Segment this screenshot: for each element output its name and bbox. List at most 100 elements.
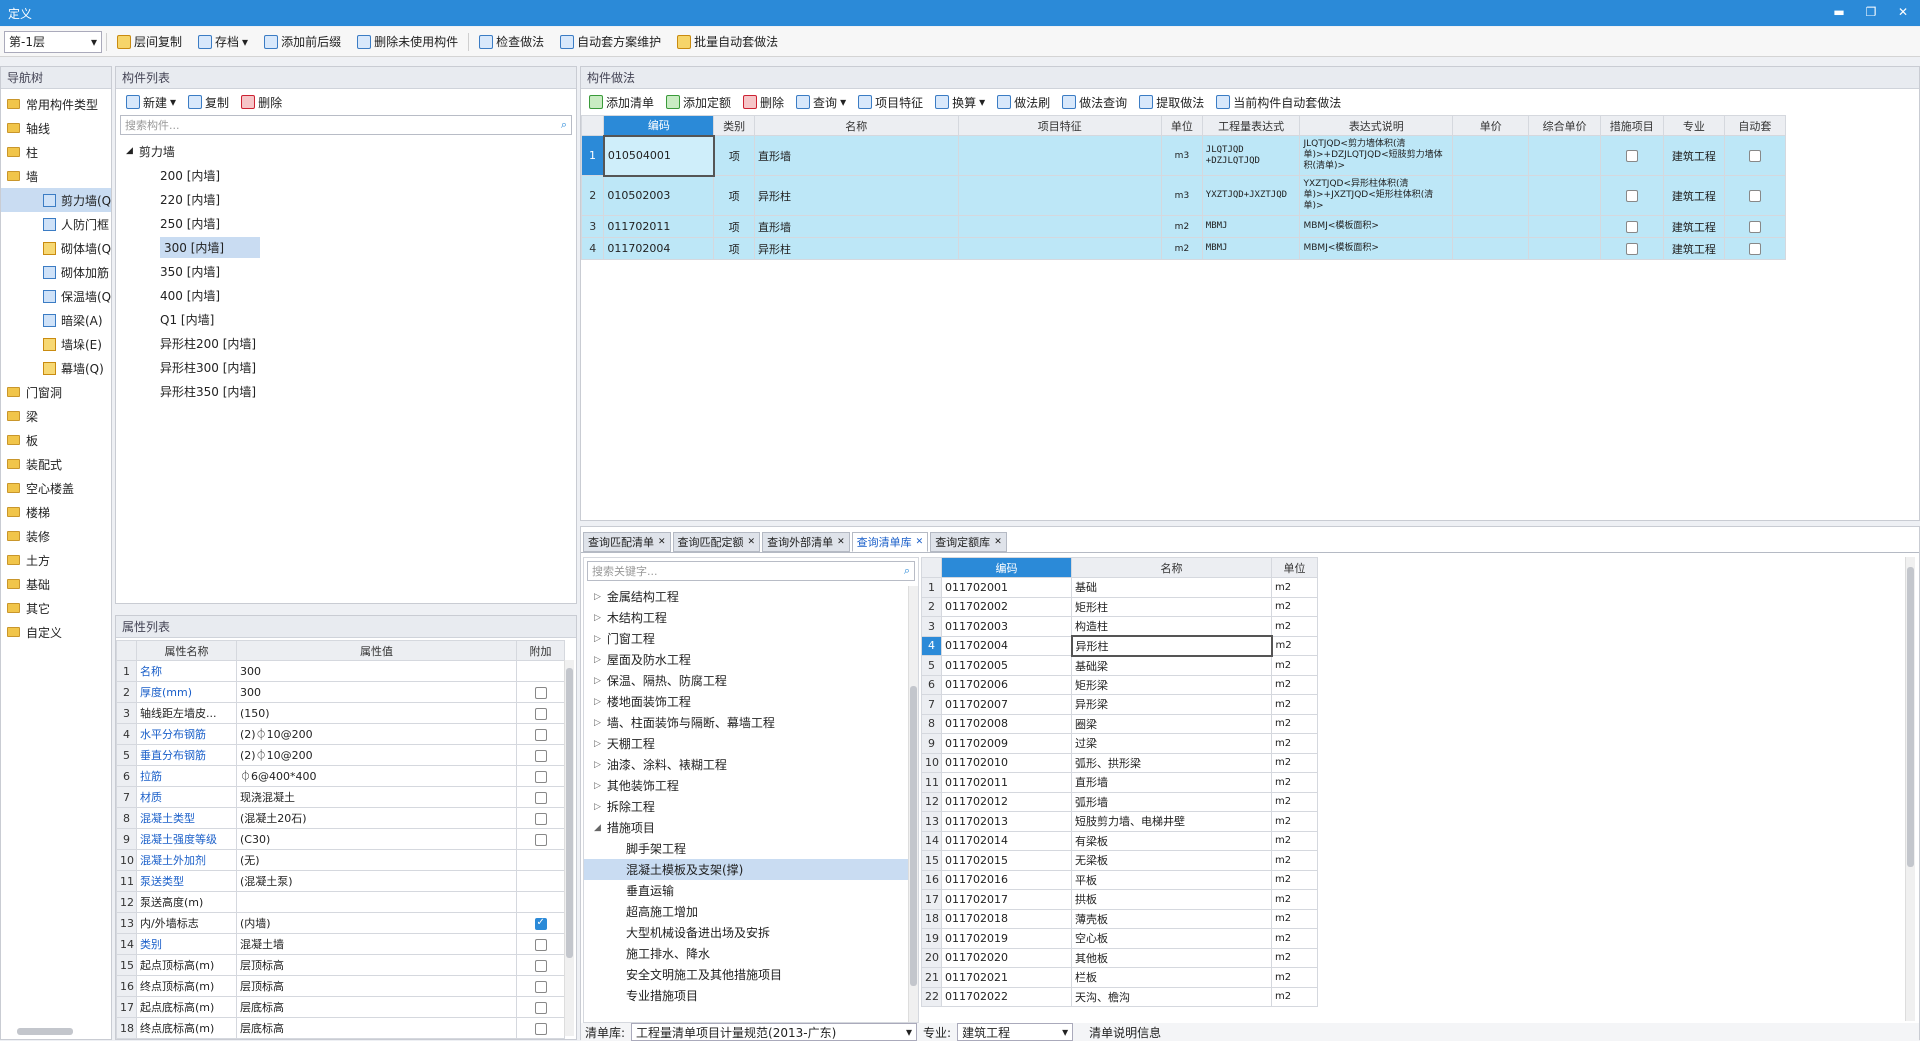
query-result-row[interactable]: 21 011702021 栏板 m2 (921, 967, 1318, 988)
measure-checkbox[interactable] (1625, 190, 1638, 202)
method-name[interactable]: 异形柱 (753, 237, 959, 260)
query-result-row[interactable]: 16 011702016 平板 m2 (921, 869, 1318, 890)
nav-sub-civil-door[interactable]: 人防门框 (1, 212, 111, 236)
nav-item-beam[interactable]: 梁 (1, 404, 111, 428)
query-result-row[interactable]: 12 011702012 弧形墙 m2 (921, 791, 1318, 812)
nav-item-other[interactable]: 其它 (1, 596, 111, 620)
expand-arrow-icon[interactable]: ▷ (594, 802, 601, 812)
expand-arrow-icon[interactable]: ▷ (594, 781, 601, 791)
nav-sub-insulation-wall[interactable]: 保温墙(Q) (1, 284, 111, 308)
query-tab[interactable]: 查询外部清单 ✕ (762, 532, 850, 552)
nav-item-wall[interactable]: 墙 (1, 164, 111, 188)
query-tree-node[interactable]: ▷ 屋面及防水工程 (584, 649, 918, 670)
property-value[interactable]: (混凝土20石) (236, 807, 517, 829)
copy-component-button[interactable]: 复制 (182, 90, 235, 114)
method-expression[interactable]: YXZTJQD+JXZTJQD (1201, 175, 1301, 216)
query-tree-scrollbar[interactable] (908, 586, 918, 1022)
method-total-price[interactable] (1528, 175, 1601, 216)
method-total-price[interactable] (1528, 135, 1601, 176)
component-item[interactable]: 250 [内墙] (116, 211, 576, 235)
method-expression[interactable]: JLQTJQD +DZJLQTJQD (1201, 135, 1301, 176)
query-tab[interactable]: 查询匹配定额 ✕ (672, 532, 761, 552)
property-value[interactable]: 层底标高 (236, 1017, 517, 1039)
query-result-row[interactable]: 6 011702006 矩形梁 m2 (921, 674, 1318, 695)
nav-item-foundation[interactable]: 基础 (1, 572, 111, 596)
query-result-row[interactable]: 14 011702014 有梁板 m2 (921, 830, 1318, 851)
close-icon[interactable]: ✕ (1892, 3, 1914, 21)
method-expression[interactable]: MBMJ (1201, 215, 1301, 238)
auto-checkbox[interactable] (1748, 221, 1761, 233)
method-feature[interactable] (957, 237, 1163, 260)
property-value[interactable] (236, 891, 517, 913)
query-result-row[interactable]: 2 011702002 矩形柱 m2 (921, 596, 1318, 617)
measure-checkbox[interactable] (1625, 221, 1638, 233)
extra-checkbox[interactable] (534, 770, 547, 783)
component-item[interactable]: 200 [内墙] (116, 163, 576, 187)
property-value[interactable]: 层底标高 (236, 996, 517, 1018)
component-item[interactable]: 400 [内墙] (116, 283, 576, 307)
query-result-row[interactable]: 10 011702010 弧形、拱形梁 m2 (921, 752, 1318, 773)
nav-item-custom[interactable]: 自定义 (1, 620, 111, 644)
query-result-row[interactable]: 7 011702007 异形梁 m2 (921, 694, 1318, 715)
close-tab-icon[interactable]: ✕ (837, 537, 845, 547)
property-row[interactable]: 2 厚度(mm) 300 (116, 681, 565, 703)
property-row[interactable]: 3 轴线距左墙皮... (150) (116, 702, 565, 724)
property-row[interactable]: 9 混凝土强度等级 (C30) (116, 828, 565, 850)
restore-icon[interactable]: ❐ (1860, 3, 1882, 21)
query-tree-child[interactable]: 超高施工增加 (584, 901, 918, 922)
delete-unused-button[interactable]: 删除未使用构件 (351, 30, 464, 54)
query-result-row[interactable]: 8 011702008 圈梁 m2 (921, 713, 1318, 734)
query-tree-node[interactable]: ▷ 油漆、涂料、裱糊工程 (584, 754, 918, 775)
property-row[interactable]: 13 内/外墙标志 (内墙) (116, 912, 565, 934)
auto-plan-maintain-button[interactable]: 自动套方案维护 (554, 30, 667, 54)
method-total-price[interactable] (1528, 215, 1601, 238)
property-value[interactable]: (内墙) (236, 912, 517, 934)
extra-checkbox[interactable] (534, 686, 547, 699)
query-tree-child[interactable]: 垂直运输 (584, 880, 918, 901)
query-tree-node[interactable]: ▷ 其他装饰工程 (584, 775, 918, 796)
expand-arrow-icon[interactable]: ▷ (594, 697, 601, 707)
query-tree-child[interactable]: 混凝土模板及支架(撑) (584, 859, 918, 880)
property-row[interactable]: 5 垂直分布钢筋 (2)⏀10@200 (116, 744, 565, 766)
component-item[interactable]: 异形柱200 [内墙] (116, 331, 576, 355)
nav-sub-hidden-beam[interactable]: 暗梁(A) (1, 308, 111, 332)
major-select[interactable]: 建筑工程 ▾ (957, 1023, 1074, 1041)
expand-arrow-icon[interactable]: ▷ (594, 739, 601, 749)
property-row[interactable]: 16 终点顶标高(m) 层顶标高 (116, 975, 565, 997)
add-prefix-suffix-button[interactable]: 添加前后缀 (258, 30, 347, 54)
close-tab-icon[interactable]: ✕ (748, 537, 756, 547)
query-tab[interactable]: 查询定额库 ✕ (930, 532, 1007, 552)
component-search-input[interactable]: 搜索构件... ⌕ (120, 115, 572, 135)
extra-checkbox[interactable] (534, 749, 547, 762)
property-row[interactable]: 17 起点底标高(m) 层底标高 (116, 996, 565, 1018)
method-row[interactable]: 1 010504001 项直形墙 m3 JLQTJQD +DZJLQTJQD JLQTJQ… (580, 134, 1787, 177)
query-result-scrollbar[interactable] (1905, 557, 1915, 1021)
method-name[interactable]: 异形柱 (753, 175, 959, 216)
query-tree-node[interactable]: ▷ 天棚工程 (584, 733, 918, 754)
measure-checkbox[interactable] (1625, 243, 1638, 255)
method-expression[interactable]: MBMJ (1201, 237, 1301, 260)
search-icon[interactable]: ⌕ (904, 564, 910, 578)
query-tree-node[interactable]: ▷ 门窗工程 (584, 628, 918, 649)
property-value[interactable]: 混凝土墙 (236, 933, 517, 955)
method-row[interactable]: 3 011702011 项直形墙 m2 MBMJ MBMJ<模板面积> 建筑工程 (580, 215, 1787, 238)
component-item[interactable]: 350 [内墙] (116, 259, 576, 283)
method-name[interactable]: 直形墙 (753, 215, 959, 238)
query-tree-child[interactable]: 安全文明施工及其他措施项目 (584, 964, 918, 985)
method-price[interactable] (1452, 237, 1530, 260)
property-value[interactable]: (无) (236, 849, 517, 871)
property-value[interactable]: (150) (236, 702, 517, 724)
query-tree-child[interactable]: 施工排水、降水 (584, 943, 918, 964)
query-result-row[interactable]: 1 011702001 基础 m2 (921, 577, 1318, 598)
method-tool-button[interactable]: 做法刷 (991, 90, 1056, 114)
check-method-button[interactable]: 检查做法 (473, 30, 550, 54)
query-result-row[interactable]: 15 011702015 无梁板 m2 (921, 850, 1318, 871)
method-row[interactable]: 2 010502003 项异形柱 m3 YXZTJQD+JXZTJQD YXZTJQD<异… (580, 175, 1787, 216)
bill-library-select[interactable]: 工程量清单项目计量规范(2013-广东) ▾ (631, 1023, 918, 1041)
property-value[interactable]: (2)⏀10@200 (236, 723, 517, 745)
nav-item-door-window[interactable]: 门窗洞 (1, 380, 111, 404)
extra-checkbox[interactable] (534, 938, 547, 951)
query-tree-child[interactable]: 脚手架工程 (584, 838, 918, 859)
nav-sub-curtain-wall[interactable]: 幕墙(Q) (1, 356, 111, 380)
delete-component-button[interactable]: 删除 (235, 90, 288, 114)
